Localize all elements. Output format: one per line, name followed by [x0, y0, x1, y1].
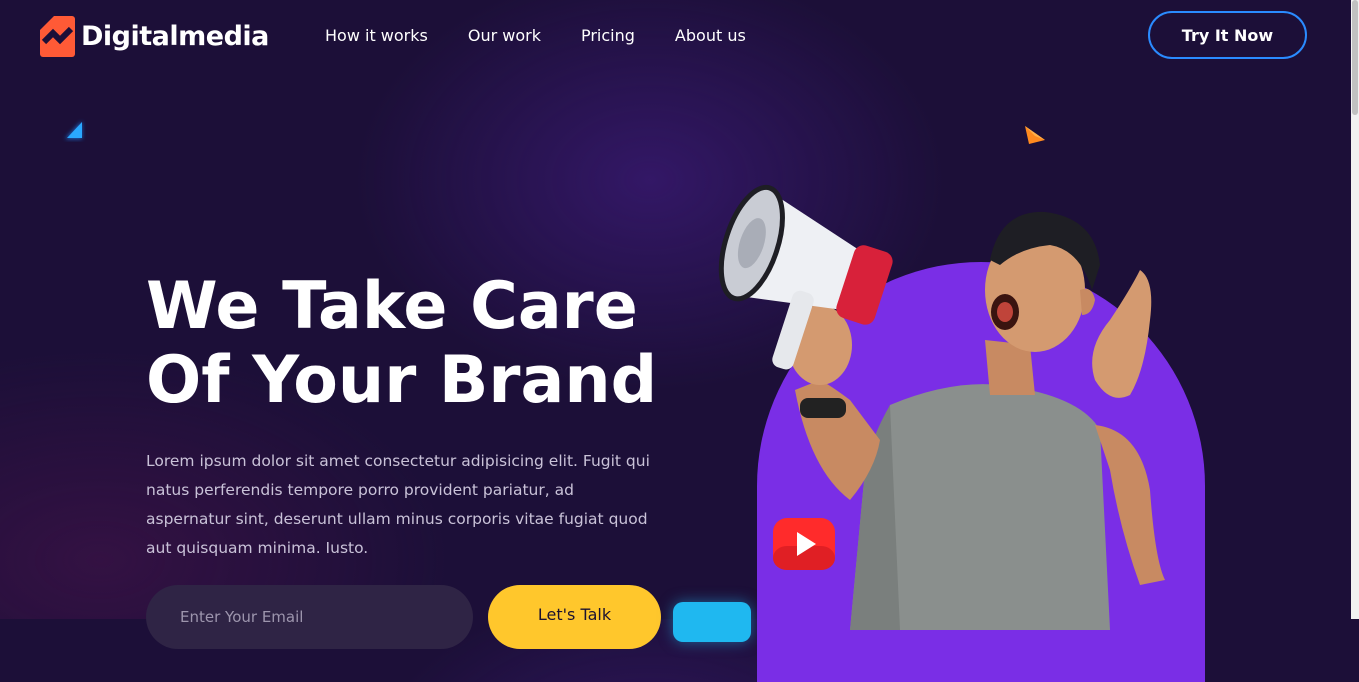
main-nav: How it works Our work Pricing About us	[325, 26, 746, 45]
lets-talk-button[interactable]: Let's Talk	[488, 585, 661, 649]
brand-name: Digitalmedia	[81, 21, 269, 52]
hero-description: Lorem ipsum dolor sit amet consectetur a…	[146, 452, 650, 557]
nav-link-about-us[interactable]: About us	[675, 26, 746, 45]
email-input[interactable]	[146, 585, 473, 649]
scrollbar-thumb[interactable]	[1352, 0, 1358, 115]
page-scrollbar[interactable]	[1351, 0, 1359, 619]
brand-logo[interactable]: Digitalmedia	[40, 16, 269, 57]
try-it-now-button[interactable]: Try It Now	[1148, 11, 1307, 59]
triangle-blue-icon	[62, 118, 86, 142]
logo-icon	[40, 16, 75, 57]
nav-link-our-work[interactable]: Our work	[468, 26, 541, 45]
nav-link-pricing[interactable]: Pricing	[581, 26, 635, 45]
hero-title-line-2: Of Your Brand	[146, 343, 658, 418]
hero-title: We Take Care Of Your Brand	[146, 270, 706, 418]
hero-title-line-1: We Take Care	[146, 269, 638, 344]
nav-link-how-it-works[interactable]: How it works	[325, 26, 428, 45]
triangle-orange-icon	[1020, 122, 1048, 148]
youtube-icon	[771, 516, 837, 572]
